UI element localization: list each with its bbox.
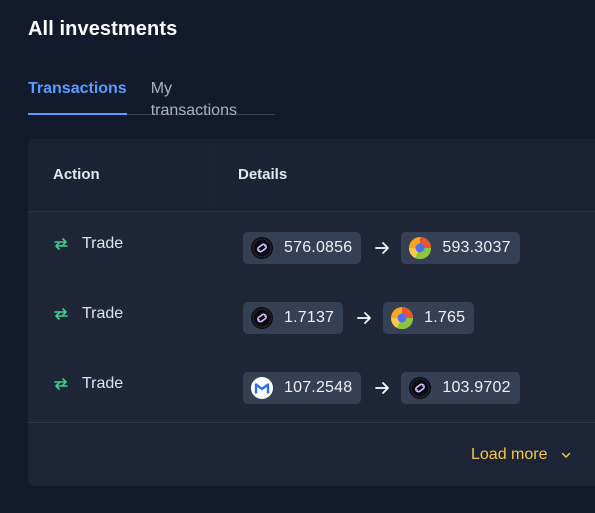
purple-token-icon	[251, 307, 273, 329]
table-row: Trade 576.0856 593.3037	[28, 212, 595, 282]
action-label: Trade	[82, 375, 124, 392]
action-cell: Trade	[53, 305, 123, 323]
to-amount: 103.9702	[442, 379, 511, 396]
to-token-pill: 593.3037	[401, 232, 520, 264]
load-more-button[interactable]: Load more	[471, 446, 572, 464]
from-token-pill: 1.7137	[243, 302, 344, 334]
tab-my-transactions[interactable]: My transactions	[151, 78, 251, 119]
details-cell: 1.7137 1.765	[243, 302, 475, 334]
from-amount: 1.7137	[284, 309, 335, 326]
to-amount: 1.765	[424, 309, 466, 326]
tab-transactions[interactable]: Transactions	[28, 78, 127, 115]
arrow-right-icon	[357, 312, 372, 324]
table-row: Trade 107.2548 103.9702	[28, 352, 595, 422]
arrow-right-icon	[375, 382, 390, 394]
from-amount: 107.2548	[284, 379, 353, 396]
investments-page: All investments Transactions My transact…	[0, 0, 595, 513]
to-token-pill: 1.765	[383, 302, 475, 334]
column-header-details: Details	[238, 166, 288, 183]
action-label: Trade	[82, 235, 124, 252]
orange-green-token-icon	[391, 307, 414, 329]
action-cell: Trade	[53, 235, 123, 253]
details-cell: 576.0856 593.3037	[243, 232, 520, 264]
action-label: Trade	[82, 305, 124, 322]
action-cell: Trade	[53, 375, 123, 393]
table-header: Action Details	[28, 139, 595, 212]
from-token-pill: 107.2548	[243, 372, 362, 404]
swap-icon	[54, 308, 68, 320]
from-token-pill: 576.0856	[243, 232, 362, 264]
load-more-label: Load more	[471, 446, 548, 463]
purple-token-icon	[251, 237, 273, 259]
transactions-table: Action Details Trade 576.0856 593.3037 T…	[28, 139, 595, 486]
swap-icon	[54, 378, 68, 390]
tab-bar: Transactions My transactions	[28, 78, 275, 119]
to-token-pill: 103.9702	[401, 372, 520, 404]
to-amount: 593.3037	[442, 239, 511, 256]
arrow-right-icon	[375, 242, 390, 254]
chevron-down-icon	[561, 452, 570, 458]
details-cell: 107.2548 103.9702	[243, 372, 520, 404]
table-row: Trade 1.7137 1.765	[28, 282, 595, 352]
table-footer: Load more	[28, 422, 595, 486]
blue-m-token-icon	[251, 377, 273, 399]
column-header-action: Action	[53, 166, 100, 183]
page-title: All investments	[28, 18, 178, 40]
purple-token-icon	[409, 377, 432, 399]
header-divider	[213, 139, 214, 211]
from-amount: 576.0856	[284, 239, 353, 256]
orange-green-token-icon	[409, 237, 432, 259]
swap-icon	[54, 238, 68, 250]
